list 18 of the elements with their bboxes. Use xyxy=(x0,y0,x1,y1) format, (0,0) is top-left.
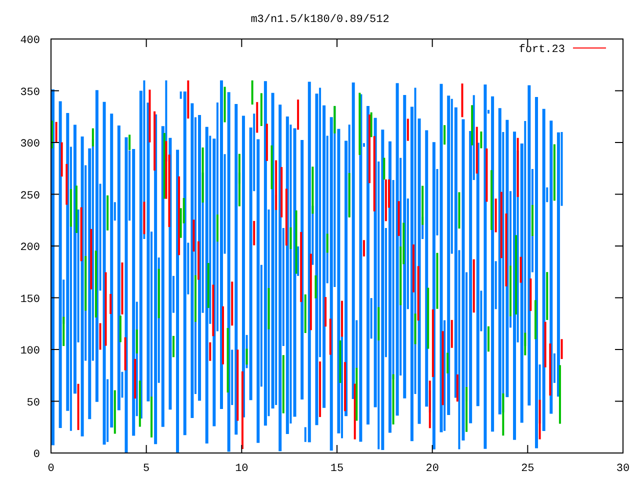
x-axis-tick-label: 30 xyxy=(616,463,630,475)
chart-title: m3/n1.5/k180/0.89/512 xyxy=(250,14,390,26)
y-axis-tick-label: 300 xyxy=(20,138,40,150)
y-axis-tick-label: 250 xyxy=(20,190,40,202)
x-axis-tick-label: 15 xyxy=(330,463,344,475)
y-axis-tick-label: 50 xyxy=(26,397,40,410)
y-axis-tick-label: 0 xyxy=(33,449,40,461)
y-axis-tick-label: 100 xyxy=(20,346,40,358)
y-axis-tick-label: 200 xyxy=(20,242,40,254)
x-axis-tick-label: 10 xyxy=(235,463,248,475)
y-axis-tick-label: 150 xyxy=(20,294,40,306)
y-axis-tick-label: 350 xyxy=(20,86,40,99)
x-axis-tick-label: 25 xyxy=(521,463,534,475)
y-axis-tick-label: 400 xyxy=(20,35,40,47)
x-axis-tick-label: 0 xyxy=(48,463,54,475)
legend-label: fort.23 xyxy=(518,44,565,56)
x-axis-tick-label: 5 xyxy=(143,463,150,475)
x-axis-tick-label: 20 xyxy=(426,463,439,475)
